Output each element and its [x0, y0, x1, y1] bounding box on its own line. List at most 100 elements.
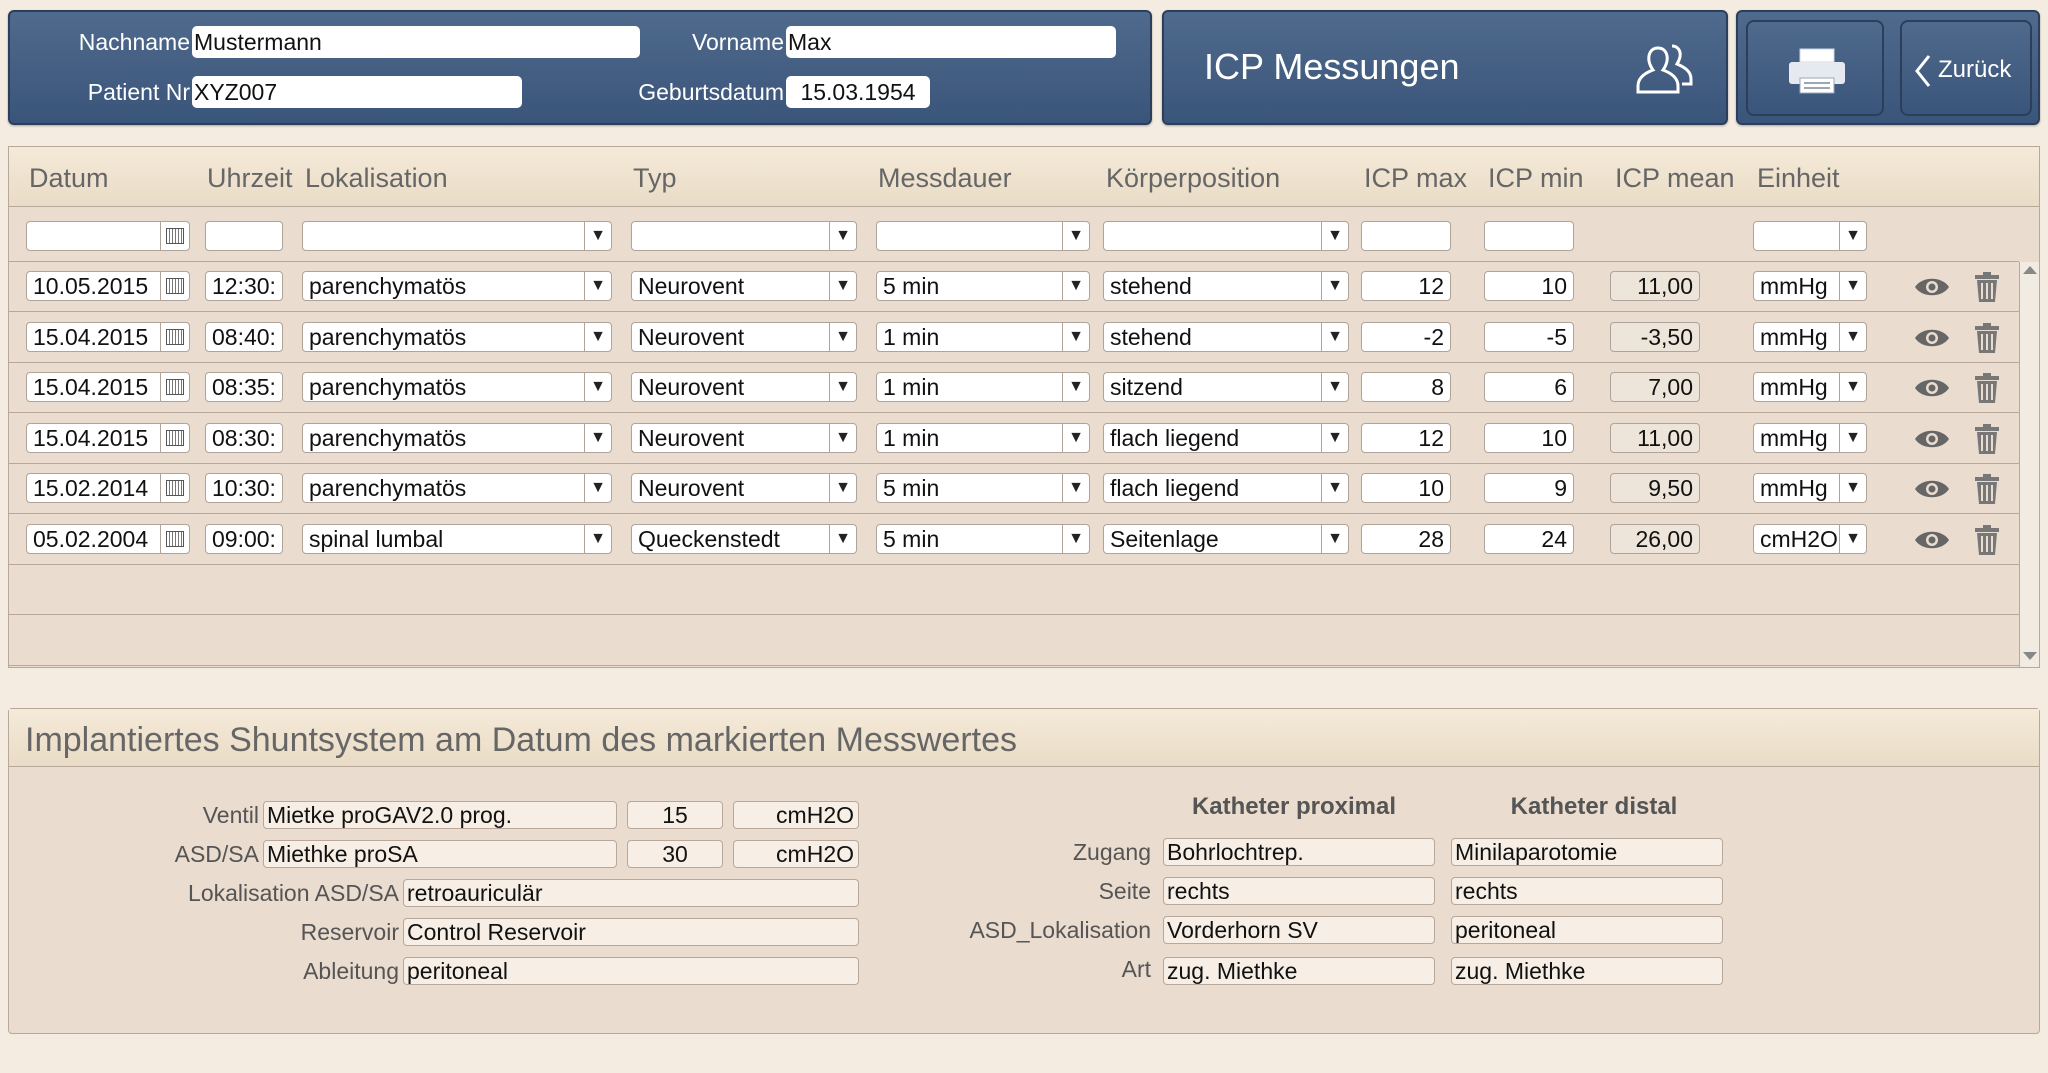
uhrzeit-field[interactable]: 12:30:	[205, 271, 283, 301]
datum-field[interactable]: 10.05.2015	[26, 271, 190, 301]
einheit-select[interactable]: mmHg ▼	[1753, 322, 1867, 352]
einheit-select[interactable]: mmHg ▼	[1753, 423, 1867, 453]
koerperposition-select[interactable]: stehend ▼	[1103, 322, 1349, 352]
messdauer-select[interactable]: 1 min ▼	[876, 423, 1090, 453]
patient-nr-field[interactable]: XYZ007	[192, 76, 522, 108]
ventil-field[interactable]: Mietke proGAV2.0 prog.	[263, 801, 617, 829]
einheit-select[interactable]: cmH2O ▼	[1753, 524, 1867, 554]
dropdown-arrow-icon[interactable]: ▼	[584, 474, 611, 502]
calendar-icon[interactable]	[160, 525, 189, 553]
art-distal-field[interactable]: zug. Miethke	[1451, 957, 1723, 985]
calendar-icon[interactable]	[160, 272, 189, 300]
icp-max-field[interactable]: 10	[1361, 473, 1451, 503]
ableitung-field[interactable]: peritoneal	[403, 957, 859, 985]
column-header-datum[interactable]: Datum	[29, 163, 109, 194]
lokalisation-select[interactable]: parenchymatös ▼	[302, 372, 612, 402]
typ-select[interactable]: Neurovent ▼	[631, 271, 857, 301]
column-header-einheit[interactable]: Einheit	[1757, 163, 1840, 194]
dropdown-arrow-icon[interactable]: ▼	[1062, 525, 1089, 553]
dropdown-arrow-icon[interactable]: ▼	[1839, 272, 1866, 300]
calendar-icon[interactable]	[160, 323, 189, 351]
dropdown-arrow-icon[interactable]: ▼	[829, 424, 856, 452]
eye-icon[interactable]	[1914, 428, 1950, 450]
icp-max-field[interactable]: 12	[1361, 271, 1451, 301]
dropdown-arrow-icon[interactable]: ▼	[584, 373, 611, 401]
geburtsdatum-field[interactable]: 15.03.1954	[786, 76, 930, 108]
dropdown-arrow-icon[interactable]: ▼	[1839, 323, 1866, 351]
eye-icon[interactable]	[1914, 377, 1950, 399]
table-row[interactable]: 10.05.2015 12:30: parenchymatös ▼ Neurovent ▼…	[9, 262, 2019, 312]
table-row[interactable]	[9, 565, 2019, 615]
eye-icon[interactable]	[1914, 529, 1950, 551]
datum-field[interactable]: 15.02.2014	[26, 473, 190, 503]
print-button[interactable]	[1746, 20, 1884, 116]
eye-icon[interactable]	[1914, 478, 1950, 500]
lokalisation-select[interactable]: parenchymatös ▼	[302, 322, 612, 352]
dropdown-arrow-icon[interactable]: ▼	[584, 323, 611, 351]
icp-min-field[interactable]: 10	[1484, 423, 1574, 453]
typ-select[interactable]: Neurovent ▼	[631, 322, 857, 352]
asd-sa-pressure-field[interactable]: 30	[627, 840, 723, 868]
asd-sa-field[interactable]: Miethke proSA	[263, 840, 617, 868]
icp-max-field[interactable]: 8	[1361, 372, 1451, 402]
icp-min-field[interactable]: 24	[1484, 524, 1574, 554]
column-header-icp-min[interactable]: ICP min	[1488, 163, 1584, 194]
table-row[interactable]: 15.02.2014 10:30: parenchymatös ▼ Neurovent ▼…	[9, 464, 2019, 514]
calendar-icon[interactable]	[160, 424, 189, 452]
icp-min-field[interactable]: 10	[1484, 271, 1574, 301]
column-header-messdauer[interactable]: Messdauer	[878, 163, 1012, 194]
dropdown-arrow-icon[interactable]: ▼	[829, 272, 856, 300]
einheit-select[interactable]: mmHg ▼	[1753, 271, 1867, 301]
typ-select[interactable]: Neurovent ▼	[631, 372, 857, 402]
lokalisation-select[interactable]: parenchymatös ▼	[302, 473, 612, 503]
calendar-icon[interactable]	[160, 222, 189, 250]
koerperposition-select[interactable]: Seitenlage ▼	[1103, 524, 1349, 554]
dropdown-arrow-icon[interactable]: ▼	[584, 272, 611, 300]
dropdown-arrow-icon[interactable]: ▼	[1321, 373, 1348, 401]
dropdown-arrow-icon[interactable]: ▼	[1062, 323, 1089, 351]
calendar-icon[interactable]	[160, 373, 189, 401]
vorname-field[interactable]: Max	[786, 26, 1116, 58]
asd-lokalisation-proximal-field[interactable]: Vorderhorn SV	[1163, 916, 1435, 944]
trash-icon[interactable]	[1974, 271, 2000, 303]
uhrzeit-field[interactable]: 09:00:	[205, 524, 283, 554]
zugang-distal-field[interactable]: Minilaparotomie	[1451, 838, 1723, 866]
messdauer-select[interactable]: 5 min ▼	[876, 473, 1090, 503]
koerperposition-select[interactable]: flach liegend ▼	[1103, 423, 1349, 453]
nachname-field[interactable]: Mustermann	[192, 26, 640, 58]
table-row[interactable]: 15.04.2015 08:40: parenchymatös ▼ Neurovent ▼…	[9, 313, 2019, 363]
dropdown-arrow-icon[interactable]: ▼	[1839, 373, 1866, 401]
koerperposition-select[interactable]: stehend ▼	[1103, 271, 1349, 301]
seite-distal-field[interactable]: rechts	[1451, 877, 1723, 905]
dropdown-arrow-icon[interactable]: ▼	[1321, 525, 1348, 553]
filter-uhrzeit-input[interactable]	[205, 221, 283, 251]
dropdown-arrow-icon[interactable]: ▼	[829, 323, 856, 351]
datum-field[interactable]: 05.02.2004	[26, 524, 190, 554]
dropdown-arrow-icon[interactable]: ▼	[584, 424, 611, 452]
ventil-unit-field[interactable]: cmH2O	[733, 801, 859, 829]
filter-koerperposition-select[interactable]: ▼	[1103, 221, 1349, 251]
calendar-icon[interactable]	[160, 474, 189, 502]
asd-sa-unit-field[interactable]: cmH2O	[733, 840, 859, 868]
back-button[interactable]: Zurück	[1900, 20, 2032, 116]
dropdown-arrow-icon[interactable]: ▼	[1321, 323, 1348, 351]
uhrzeit-field[interactable]: 10:30:	[205, 473, 283, 503]
datum-field[interactable]: 15.04.2015	[26, 372, 190, 402]
messdauer-select[interactable]: 5 min ▼	[876, 524, 1090, 554]
datum-field[interactable]: 15.04.2015	[26, 423, 190, 453]
eye-icon[interactable]	[1914, 327, 1950, 349]
column-header-koerperposition[interactable]: Körperposition	[1106, 163, 1280, 194]
icp-min-field[interactable]: 6	[1484, 372, 1574, 402]
dropdown-arrow-icon[interactable]: ▼	[1321, 272, 1348, 300]
typ-select[interactable]: Queckenstedt ▼	[631, 524, 857, 554]
scroll-down-arrow-icon[interactable]	[2023, 652, 2037, 660]
column-header-uhrzeit[interactable]: Uhrzeit	[207, 163, 293, 194]
table-row[interactable]	[9, 616, 2019, 666]
uhrzeit-field[interactable]: 08:40:	[205, 322, 283, 352]
dropdown-arrow-icon[interactable]: ▼	[1839, 424, 1866, 452]
filter-einheit-select[interactable]: ▼	[1753, 221, 1867, 251]
filter-icp-min-input[interactable]	[1484, 221, 1574, 251]
lokalisation-select[interactable]: parenchymatös ▼	[302, 271, 612, 301]
lokalisation-select[interactable]: parenchymatös ▼	[302, 423, 612, 453]
typ-select[interactable]: Neurovent ▼	[631, 423, 857, 453]
